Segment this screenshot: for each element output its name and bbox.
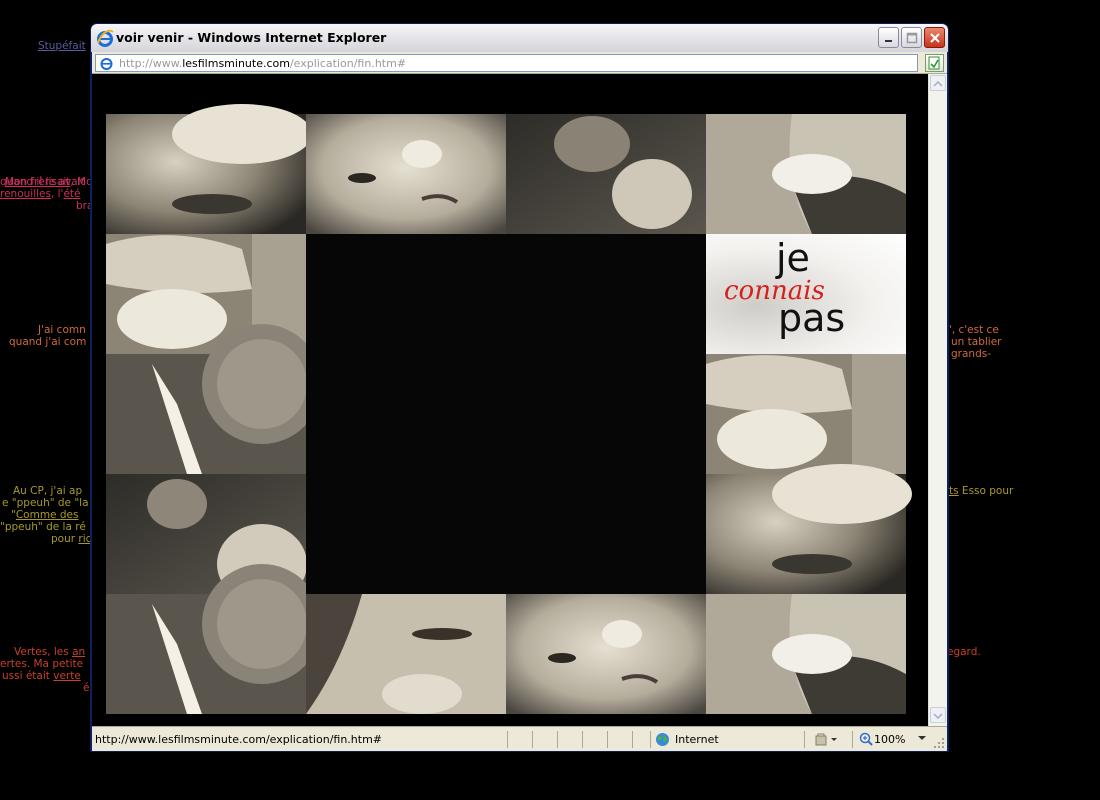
status-divider	[607, 731, 608, 748]
title-bar[interactable]: voir venir - Windows Internet Explorer	[91, 24, 948, 52]
minimize-button[interactable]	[878, 27, 899, 48]
address-bar: http://www.lesfilmsminute.com/explicatio…	[92, 52, 947, 74]
internet-explorer-icon	[97, 29, 114, 47]
status-divider	[650, 731, 651, 748]
maximize-button[interactable]	[901, 27, 922, 48]
minimize-icon	[884, 39, 892, 42]
link-grenouilles[interactable]: renouilles	[0, 188, 51, 200]
center-dark-area	[306, 234, 706, 594]
status-divider	[804, 731, 805, 748]
p3-right-line-1: ts Esso pour	[949, 485, 1014, 497]
status-divider	[557, 731, 558, 748]
p3-line-1: Au CP, j'ai ap	[13, 485, 83, 497]
ie-popup-window: voir venir - Windows Internet Explorer h…	[90, 23, 949, 752]
p2-right-line-3: grands-	[951, 348, 991, 360]
address-url: http://www.lesfilmsminute.com/explicatio…	[119, 57, 407, 70]
photo-tile-r1c3	[506, 114, 706, 234]
zoom-icon[interactable]	[859, 732, 873, 746]
p3-line-3: "Comme des	[11, 509, 79, 521]
status-divider	[852, 731, 853, 748]
photo-tile-r3c4	[706, 354, 906, 474]
photo-tile-r1c1	[106, 104, 312, 234]
window-title: voir venir - Windows Internet Explorer	[116, 30, 387, 45]
chevron-down-icon	[933, 713, 943, 720]
p2-right-line-2: un tablier	[951, 336, 1002, 348]
p2-line-1: J'ai comn	[38, 324, 86, 336]
status-divider	[632, 731, 633, 748]
p4-line-3: ussi était verte	[2, 670, 81, 682]
compatibility-view-button[interactable]	[925, 54, 944, 72]
photo-tile-r4c4	[706, 464, 912, 594]
link-verte[interactable]: verte	[53, 670, 81, 682]
p2-right-line-1: ", c'est ce	[947, 324, 999, 336]
p4-line-4: é	[83, 682, 90, 694]
compatibility-icon	[928, 56, 940, 70]
close-button[interactable]	[924, 27, 945, 48]
chevron-up-icon	[933, 80, 943, 87]
photo-tile-r5c2	[306, 594, 506, 714]
maximize-icon	[906, 32, 917, 43]
zoom-level[interactable]: 100%	[874, 733, 905, 746]
p4-right-line-1: egard.	[947, 646, 981, 658]
address-field[interactable]: http://www.lesfilmsminute.com/explicatio…	[95, 54, 918, 72]
p4-line-1: Vertes, les an	[14, 646, 86, 658]
p1-line-3: renouilles, l'été	[0, 188, 81, 200]
link-ete[interactable]: été	[63, 188, 80, 200]
scroll-up-button[interactable]	[930, 75, 946, 91]
link-ts[interactable]: ts	[949, 485, 959, 497]
link-an[interactable]: an	[72, 646, 85, 658]
p4-line-2: ertes. Ma petite	[0, 658, 84, 670]
status-divider	[582, 731, 583, 748]
photo-tile-r1c4	[706, 114, 906, 234]
status-divider	[507, 731, 508, 748]
je-connais-pas-tile[interactable]: je connais pas	[706, 234, 906, 354]
close-icon	[929, 32, 940, 43]
status-bar: http://www.lesfilmsminute.com/explicatio…	[92, 726, 947, 751]
security-zone: Internet	[675, 733, 719, 746]
protected-mode-icon[interactable]	[814, 732, 838, 747]
vertical-scrollbar[interactable]	[928, 74, 947, 726]
resize-grip-icon[interactable]	[933, 737, 945, 749]
link-lisait[interactable]: lisait	[46, 176, 71, 188]
link-stupefait[interactable]: Stupéfait	[38, 40, 86, 52]
status-divider	[532, 731, 533, 748]
status-url: http://www.lesfilmsminute.com/explicatio…	[95, 733, 383, 746]
page-content: je connais pas	[92, 74, 928, 726]
page-icon	[100, 58, 113, 70]
p3-line-2: e "ppeuh" de "la	[2, 497, 89, 509]
globe-icon	[656, 733, 669, 746]
p3-line-4: "ppeuh" de la ré	[0, 521, 86, 533]
link-comme-des[interactable]: Comme des	[16, 509, 79, 521]
chevron-down-icon[interactable]	[918, 736, 926, 742]
p1-line-2: quand il lisait, Mo	[0, 176, 93, 188]
overlay-word-pas: pas	[778, 296, 846, 340]
p3-line-5: pour ric	[51, 533, 92, 545]
photo-tile-r1c2	[306, 114, 506, 234]
photo-tile-r5c4	[706, 594, 906, 714]
scroll-down-button[interactable]	[930, 707, 946, 723]
overlay-word-je: je	[776, 236, 810, 280]
photo-tile-r5c3	[506, 594, 706, 714]
p2-line-2: quand j'ai com	[9, 336, 87, 348]
